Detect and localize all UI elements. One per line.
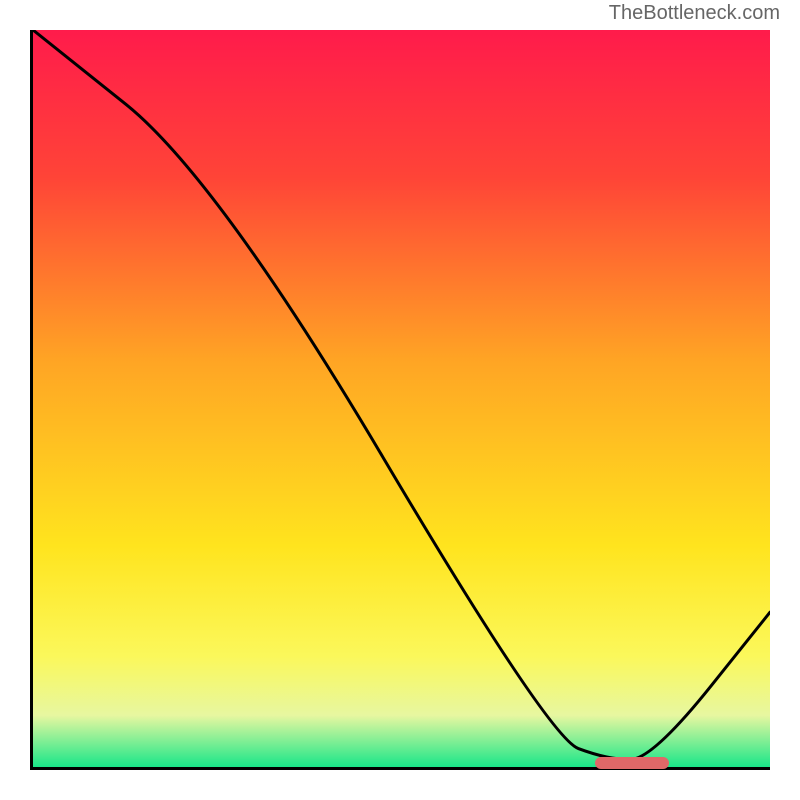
optimal-range-marker <box>595 757 669 769</box>
plot-area <box>30 30 770 770</box>
bottleneck-curve <box>33 30 770 767</box>
attribution-text: TheBottleneck.com <box>609 2 780 25</box>
